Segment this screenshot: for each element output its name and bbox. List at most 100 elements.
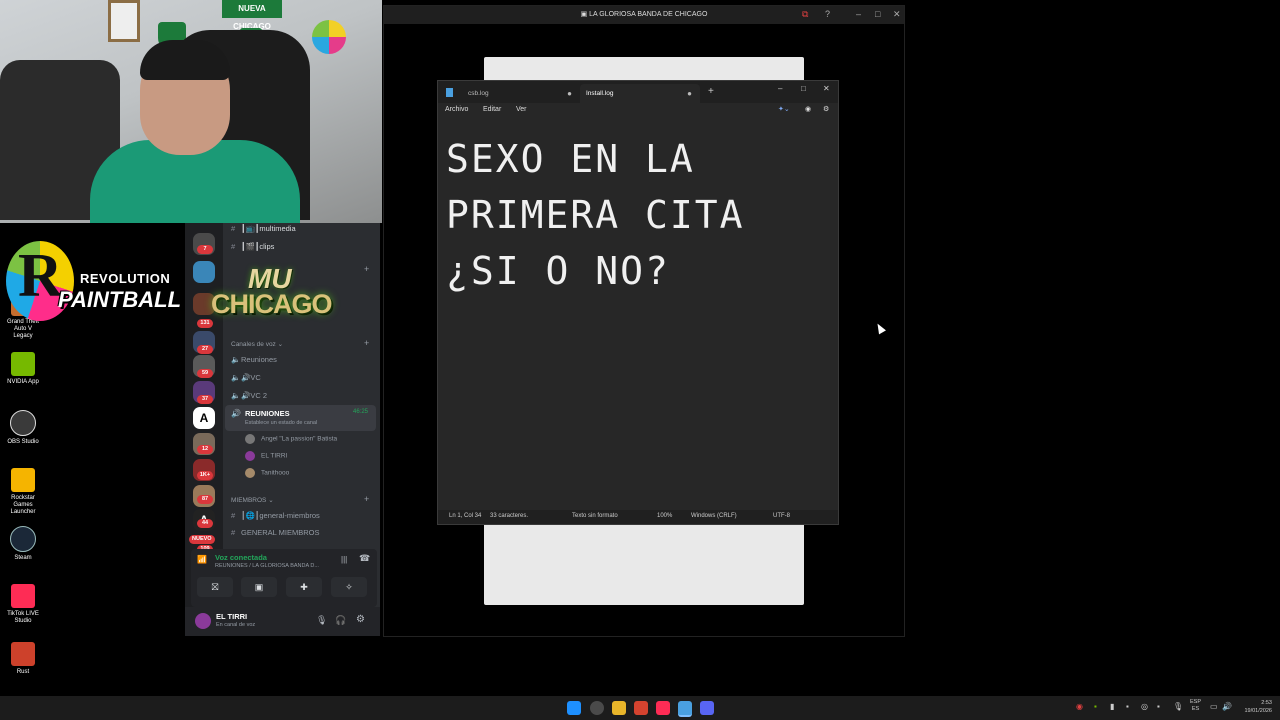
tray-discord-icon[interactable]: ▪ xyxy=(1157,702,1160,711)
active-channel-name: REUNIONES xyxy=(245,409,290,418)
tiktok-icon xyxy=(11,584,35,608)
server-icon-astral[interactable]: A xyxy=(193,407,215,429)
tray-mic-icon[interactable]: 🎙 xyxy=(1173,702,1183,711)
soundwave-icon[interactable]: ||| xyxy=(341,555,347,564)
minimize-icon[interactable]: – xyxy=(778,84,782,93)
hash-icon: # xyxy=(231,511,236,520)
desktop-icon-rockstar[interactable]: Rockstar Games Launcher xyxy=(4,468,42,516)
add-member-channel-icon[interactable]: + xyxy=(364,494,369,504)
server-badge: 44 xyxy=(197,519,213,528)
discord-taskbar-icon[interactable] xyxy=(700,701,714,715)
new-badge: NUEVO xyxy=(189,535,215,544)
new-tab-icon[interactable]: + xyxy=(708,86,714,97)
desktop-icon-steam[interactable]: Steam xyxy=(4,526,42,562)
channel-general-miembros[interactable]: # ┃🌐┃general-miembros xyxy=(231,511,320,520)
activities-button[interactable]: ✚ xyxy=(286,577,322,597)
menu-archivo[interactable]: Archivo xyxy=(445,106,468,113)
screenshare-button[interactable]: ▣ xyxy=(241,577,277,597)
menu-ver[interactable]: Ver xyxy=(516,106,527,113)
notepad-taskbar-icon[interactable] xyxy=(678,701,692,717)
editor-content[interactable]: SEXO EN LA PRIMERA CITA ¿SI O NO? xyxy=(446,131,826,299)
language-sub: ES xyxy=(1191,706,1200,712)
help-icon[interactable]: ? xyxy=(825,9,830,19)
channel-label: GENERAL MIEMBROS xyxy=(241,528,320,537)
obs-taskbar-icon[interactable] xyxy=(590,701,604,715)
brave-icon[interactable] xyxy=(634,701,648,715)
window-title-text: LA GLORIOSA BANDA DE CHICAGO xyxy=(589,11,708,18)
desktop-icon-tiktok[interactable]: TikTok LIVE Studio xyxy=(4,584,42,625)
close-icon[interactable]: ✕ xyxy=(893,9,901,20)
tray-app-icon[interactable]: ▪ xyxy=(1126,702,1129,711)
desktop-icon-nvidia[interactable]: NVIDIA App xyxy=(4,352,42,386)
microphone-icon[interactable]: 🎙 xyxy=(316,615,327,626)
voice-user[interactable]: Tanithooo xyxy=(245,468,289,478)
settings-gear-icon[interactable]: ⚙ xyxy=(823,105,829,113)
add-channel-icon[interactable]: + xyxy=(364,264,369,274)
camera-button[interactable]: ⛝ xyxy=(197,577,233,597)
tray-steam-icon[interactable]: ◎ xyxy=(1141,702,1148,711)
screen-record-icon[interactable]: ⧉ xyxy=(802,9,808,20)
close-icon[interactable]: ✕ xyxy=(823,84,830,93)
signal-icon: 📶 xyxy=(197,555,207,564)
rockstar-icon xyxy=(11,468,35,492)
category-voice[interactable]: Canales de voz ⌄ xyxy=(231,340,283,348)
language-code: ESP xyxy=(1190,699,1202,705)
tray-nvidia-icon[interactable]: ▪ xyxy=(1094,702,1097,711)
clock[interactable]: 2:53 19/01/2026 xyxy=(1240,699,1272,715)
tab-install-log[interactable]: Install.log ● xyxy=(580,84,700,103)
file-explorer-icon[interactable] xyxy=(612,701,626,715)
language-indicator[interactable]: ESP ES xyxy=(1190,699,1201,713)
logo-letter: R xyxy=(18,242,63,310)
speaker-icon: 🔈 xyxy=(231,373,241,382)
desktop-icon-rust[interactable]: Rust xyxy=(4,642,42,676)
maximize-icon[interactable]: □ xyxy=(875,9,880,19)
channel-general-miembros-voice[interactable]: # GENERAL MIEMBROS xyxy=(231,528,320,537)
disconnect-icon[interactable]: ☎ xyxy=(359,553,370,564)
category-members[interactable]: MIEMBROS ⌄ xyxy=(231,496,274,504)
add-voice-channel-icon[interactable]: + xyxy=(364,338,369,348)
tray-usb-icon[interactable]: ▮ xyxy=(1110,702,1114,711)
voice-user[interactable]: Angel "La passion" Batista xyxy=(245,434,337,444)
minimize-icon[interactable]: – xyxy=(856,9,861,19)
settings-gear-icon[interactable]: ⚙ xyxy=(356,614,365,625)
speaker-active-icon: 🔊 xyxy=(231,409,241,418)
user-status: En canal de voz xyxy=(216,622,256,628)
cursor-position: Ln 1, Col 34 xyxy=(449,513,482,519)
voice-connection-subtitle[interactable]: REUNIONES / LA GLORIOSA BANDA D... xyxy=(215,563,319,569)
tab-csb-log[interactable]: csb.log ● xyxy=(440,84,580,103)
voice-timer: 46:25 xyxy=(353,409,369,415)
server-badge: 37 xyxy=(197,395,213,404)
windows-start-icon[interactable] xyxy=(567,701,581,715)
tray-record-icon[interactable]: ◉ xyxy=(1076,702,1083,711)
voice-channel-vc2[interactable]: 🔈🔊VC 2 xyxy=(231,391,267,400)
voice-channel-reuniones[interactable]: 🔈Reuniones xyxy=(231,355,277,364)
soundboard-button[interactable]: ✧ xyxy=(331,577,367,597)
channel-multimedia[interactable]: # ┃📺┃multimedia xyxy=(231,224,296,233)
maximize-icon[interactable]: □ xyxy=(801,84,806,93)
zoom-level: 100% xyxy=(657,513,673,519)
active-voice-channel[interactable]: 🔊 REUNIONES 46:25 Establece un estado de… xyxy=(225,405,376,431)
tab-label: csb.log xyxy=(468,90,489,97)
account-icon[interactable]: ◉ xyxy=(805,105,811,113)
soundboard-icon: ✧ xyxy=(345,582,353,592)
user-avatar[interactable] xyxy=(195,613,211,629)
discord-panel: 7 131 27 59 37 A 12 1K+ 87 A 44 NUEVO 10… xyxy=(185,223,380,636)
copilot-icon[interactable]: ✦⌄ xyxy=(778,105,790,113)
volume-icon[interactable]: 🔊 xyxy=(1222,702,1232,711)
tiktok-taskbar-icon[interactable] xyxy=(656,701,670,715)
obs-icon xyxy=(10,410,36,436)
server-badge: 12 xyxy=(197,445,213,454)
desktop-icon-obs[interactable]: OBS Studio xyxy=(4,410,42,446)
voice-channel-vc[interactable]: 🔈🔊VC xyxy=(231,373,261,382)
line-ending: Windows (CRLF) xyxy=(691,513,737,519)
network-icon[interactable]: ▭ xyxy=(1210,702,1218,711)
user-name: EL TIRRI xyxy=(216,612,248,621)
voice-user[interactable]: EL TIRRI xyxy=(245,451,287,461)
window-titlebar: ▣ LA GLORIOSA BANDA DE CHICAGO ⧉ ? – □ ✕ xyxy=(384,6,904,24)
headphones-icon[interactable]: 🎧 xyxy=(335,615,346,626)
channel-label: ┃🌐┃general-miembros xyxy=(241,511,320,520)
channel-status[interactable]: Establece un estado de canal xyxy=(245,420,317,426)
menu-editar[interactable]: Editar xyxy=(483,106,501,113)
club-banner: NUEVA CHICAGO xyxy=(222,0,282,31)
desktop-icon-label: Rust xyxy=(16,669,30,675)
